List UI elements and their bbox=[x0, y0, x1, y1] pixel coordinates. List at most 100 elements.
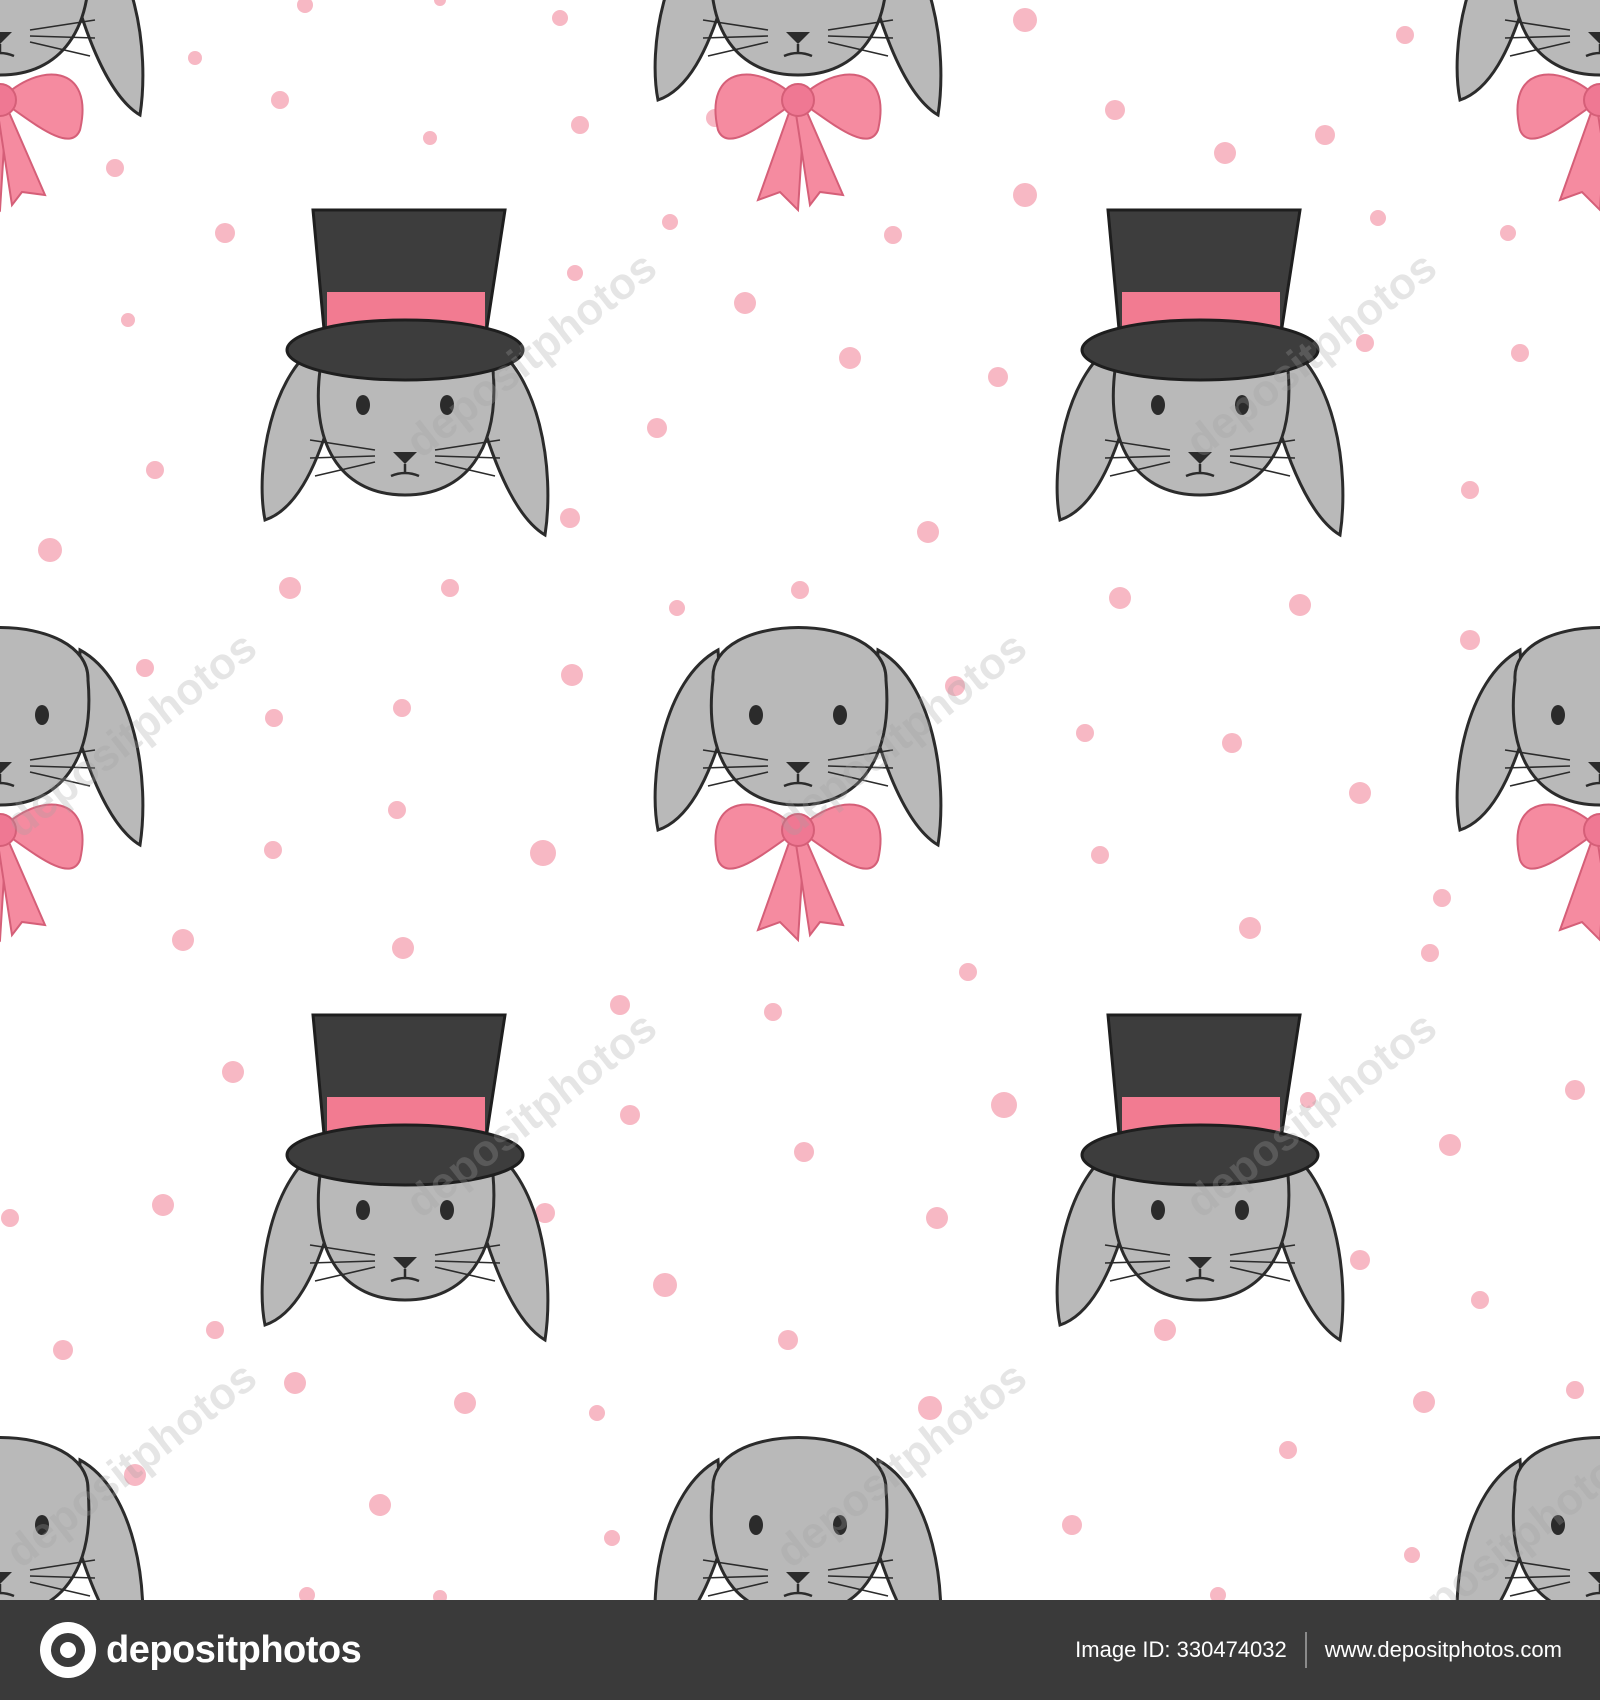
pink-dot bbox=[222, 1061, 244, 1083]
pink-dot bbox=[1214, 142, 1236, 164]
pink-dot bbox=[917, 521, 939, 543]
pink-dot bbox=[206, 1321, 224, 1339]
left-eye bbox=[356, 395, 370, 415]
pink-dot bbox=[988, 367, 1008, 387]
pink-dot bbox=[1222, 733, 1242, 753]
pink-dot bbox=[299, 1587, 315, 1600]
pink-dot bbox=[620, 1105, 640, 1125]
pink-dot bbox=[136, 659, 154, 677]
pink-dot bbox=[653, 1273, 677, 1297]
pink-dot bbox=[926, 1207, 948, 1229]
pink-dot bbox=[369, 1494, 391, 1516]
pink-dot bbox=[1511, 344, 1529, 362]
pink-dot bbox=[839, 347, 861, 369]
bunny-bow bbox=[0, 626, 145, 943]
divider bbox=[1304, 1632, 1307, 1668]
left-eye bbox=[749, 1515, 763, 1535]
bow-knot bbox=[781, 813, 815, 847]
pink-dot bbox=[271, 91, 289, 109]
camera-logo-icon bbox=[40, 1622, 96, 1678]
depositphotos-logo[interactable]: depositphotos bbox=[40, 1622, 362, 1678]
pink-dot bbox=[38, 538, 62, 562]
hat-brim bbox=[285, 318, 525, 382]
pink-dot bbox=[1289, 594, 1311, 616]
pink-dot bbox=[794, 1142, 814, 1162]
hat-brim bbox=[1080, 1123, 1320, 1187]
pink-dot bbox=[1300, 1092, 1316, 1108]
pink-dot bbox=[1356, 334, 1374, 352]
pink-dot bbox=[388, 801, 406, 819]
pink-dot bbox=[945, 676, 965, 696]
left-eye bbox=[1551, 705, 1565, 725]
image-id: Image ID: 330474032 bbox=[1075, 1637, 1287, 1662]
left-eye bbox=[356, 1200, 370, 1220]
pink-dot bbox=[778, 1330, 798, 1350]
pink-dot bbox=[146, 461, 164, 479]
pink-dot bbox=[560, 508, 580, 528]
right-ear bbox=[76, 0, 145, 118]
pink-dot bbox=[1370, 210, 1386, 226]
pink-dot bbox=[1349, 782, 1371, 804]
pink-dot bbox=[571, 116, 589, 134]
pink-dot bbox=[1210, 1587, 1226, 1600]
pink-dot bbox=[1013, 8, 1037, 32]
pink-dot bbox=[264, 841, 282, 859]
pink-dot bbox=[1460, 630, 1480, 650]
pink-dot bbox=[791, 581, 809, 599]
pink-dot bbox=[172, 929, 194, 951]
pink-dot bbox=[433, 1590, 447, 1600]
pink-dot bbox=[1413, 1391, 1435, 1413]
pink-dot bbox=[106, 159, 124, 177]
pink-dot bbox=[1471, 1291, 1489, 1309]
left-ear bbox=[1455, 0, 1527, 102]
pink-dot bbox=[441, 579, 459, 597]
pink-dot bbox=[1154, 1319, 1176, 1341]
image-meta: Image ID: 330474032 www.depositphotos.co… bbox=[1075, 1632, 1562, 1668]
pink-dot bbox=[1439, 1134, 1461, 1156]
pink-dot bbox=[265, 709, 283, 727]
pink-dot bbox=[297, 0, 313, 13]
pink-dot bbox=[124, 1464, 146, 1486]
bunny-bow bbox=[653, 1436, 942, 1600]
pattern-area: depositphotos depositphotos depositphotos d… bbox=[0, 0, 1600, 1600]
pink-dot bbox=[991, 1092, 1017, 1118]
pink-dot bbox=[53, 1340, 73, 1360]
pink-dot bbox=[1565, 1080, 1585, 1100]
pink-dot bbox=[1566, 1381, 1584, 1399]
pink-dot bbox=[1404, 1547, 1420, 1563]
bunny-bow bbox=[1455, 1436, 1600, 1600]
hat-brim bbox=[285, 1123, 525, 1187]
pink-dot bbox=[454, 1392, 476, 1414]
left-eye bbox=[1551, 1515, 1565, 1535]
site-url[interactable]: www.depositphotos.com bbox=[1325, 1637, 1562, 1663]
hat-brim bbox=[1080, 318, 1320, 382]
pink-dot bbox=[561, 664, 583, 686]
left-ear bbox=[653, 0, 725, 102]
bunny-top-hat bbox=[1055, 1013, 1345, 1343]
pink-dot bbox=[1, 1209, 19, 1227]
right-eye bbox=[440, 395, 454, 415]
right-eye bbox=[833, 1515, 847, 1535]
bunny-bow bbox=[0, 1436, 144, 1600]
pink-dot bbox=[279, 577, 301, 599]
pink-dot bbox=[647, 418, 667, 438]
right-ear bbox=[874, 0, 943, 118]
bunny-bow bbox=[653, 626, 943, 943]
pink-dot bbox=[393, 699, 411, 717]
pink-dot bbox=[1315, 125, 1335, 145]
pink-dot bbox=[1109, 587, 1131, 609]
pink-dot bbox=[918, 1396, 942, 1420]
pink-dot bbox=[604, 1530, 620, 1546]
pink-dot bbox=[215, 223, 235, 243]
pink-dot bbox=[1062, 1515, 1082, 1535]
pink-dot bbox=[734, 292, 756, 314]
right-eye bbox=[833, 705, 847, 725]
pink-dot bbox=[764, 1003, 782, 1021]
pink-dot bbox=[959, 963, 977, 981]
pink-dot bbox=[552, 10, 568, 26]
bunny-top-hat bbox=[260, 1013, 550, 1343]
bunny-pattern bbox=[0, 0, 1600, 1600]
right-eye bbox=[1235, 395, 1249, 415]
right-eye bbox=[35, 1515, 49, 1535]
bunny-bow bbox=[1455, 626, 1600, 942]
